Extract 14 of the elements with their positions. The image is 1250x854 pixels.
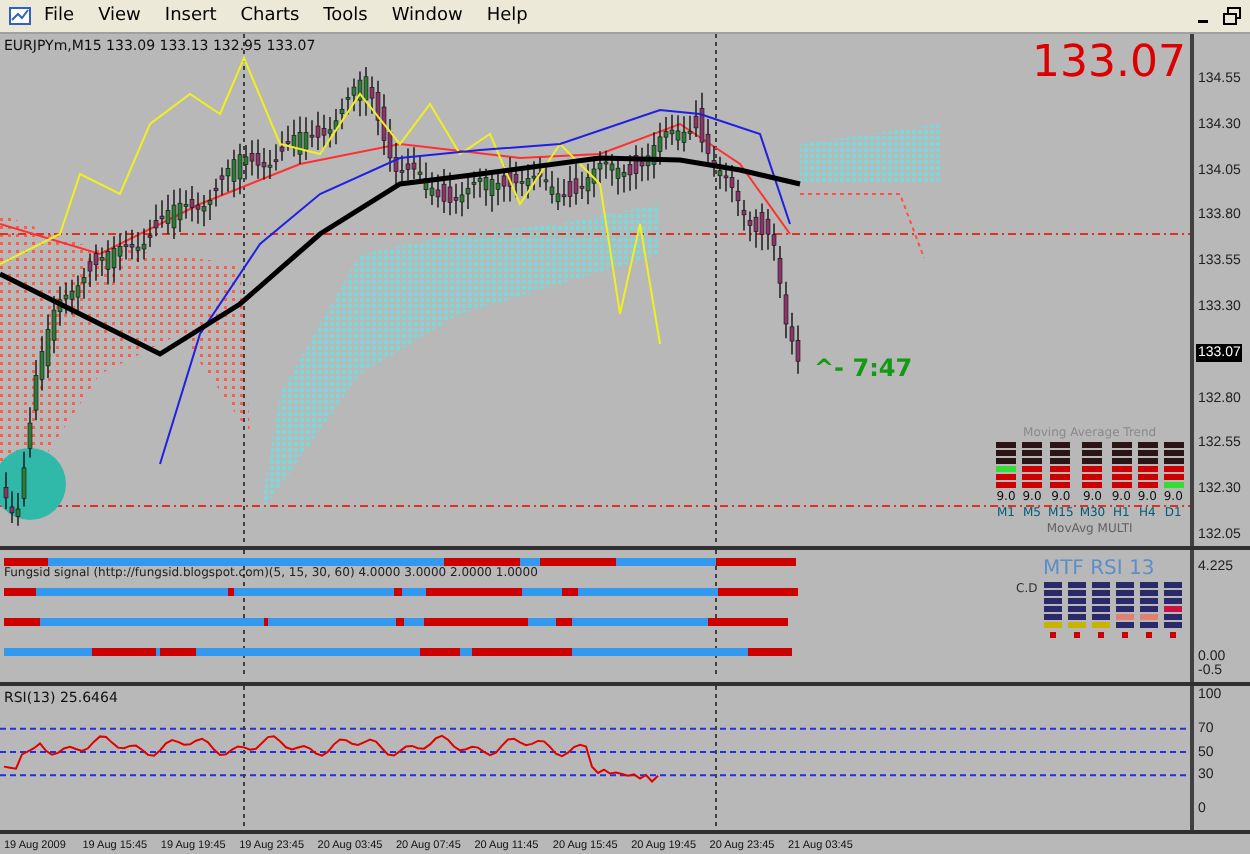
- projection-line: [799, 193, 925, 259]
- menu-item[interactable]: Charts: [228, 6, 312, 26]
- indicator-title: MTF RSI 13: [1042, 558, 1155, 580]
- cloud-area: [800, 124, 940, 184]
- menu-item[interactable]: File: [32, 6, 87, 26]
- candle-timer: ^- 7:47: [814, 354, 913, 382]
- menu-item[interactable]: Insert: [152, 6, 229, 26]
- app-icon: [8, 4, 32, 28]
- menu-item[interactable]: Tools: [311, 6, 380, 26]
- restore-icon[interactable]: [1222, 6, 1242, 26]
- current-price: 133.07: [1032, 38, 1186, 88]
- menu-item[interactable]: Window: [379, 6, 475, 26]
- menu-item[interactable]: View: [86, 6, 153, 26]
- menu-item[interactable]: Help: [474, 6, 540, 26]
